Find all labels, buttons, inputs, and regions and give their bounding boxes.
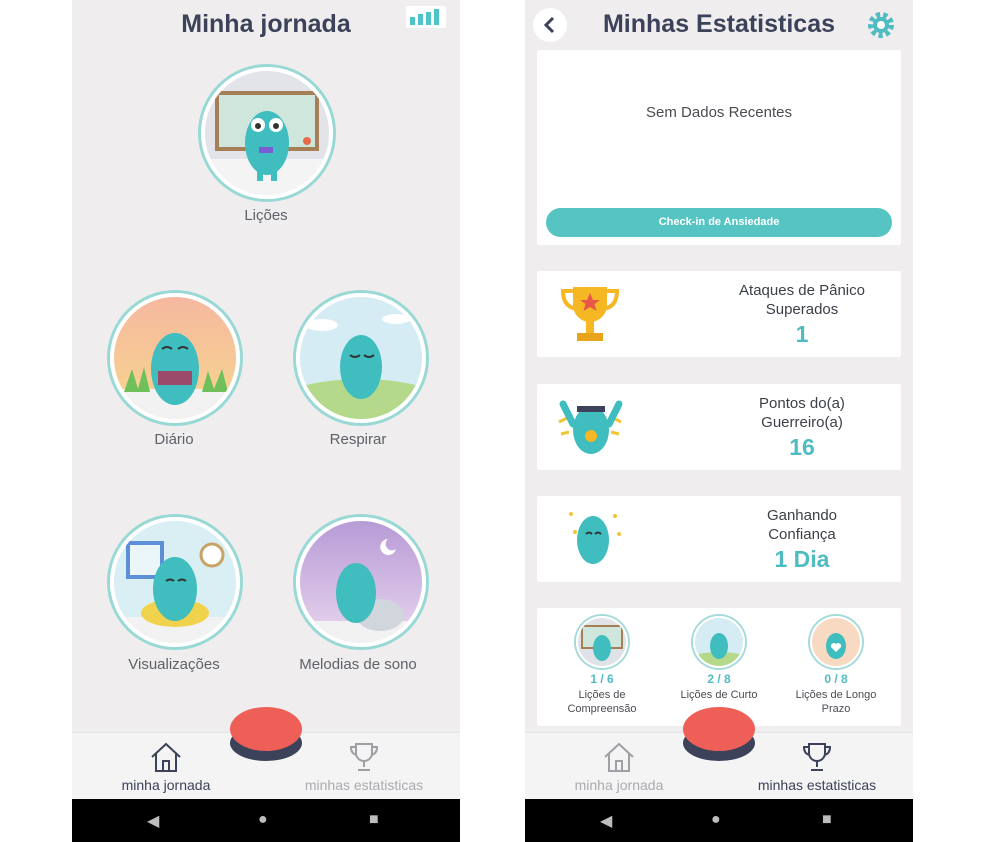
- nav-item-minhas-estatisticas[interactable]: minhas estatisticas: [284, 733, 444, 800]
- panic-button[interactable]: [229, 703, 303, 763]
- stat-card-confidence: Ganhando Confiança 1 Dia: [537, 496, 901, 582]
- nav-label: minha jornada: [121, 777, 211, 793]
- stat-value: 1 Dia: [774, 546, 830, 572]
- monster-night-moon-icon: [300, 521, 422, 643]
- statistics-screen: Minhas Estatisticas Sem Dados Recentes C…: [525, 0, 913, 842]
- module-melodias-de-sono[interactable]: [296, 517, 426, 647]
- home-circle-icon[interactable]: ●: [711, 811, 721, 829]
- module-diario[interactable]: [110, 293, 240, 423]
- back-triangle-icon[interactable]: ◀: [600, 811, 612, 831]
- nav-item-minha-jornada[interactable]: minha jornada: [539, 733, 699, 800]
- house-icon: [151, 742, 181, 772]
- stats-bars-icon[interactable]: [406, 6, 446, 28]
- anxiety-checkin-button[interactable]: Check-in de Ansiedade: [546, 208, 892, 237]
- monster-outdoors-icon: [695, 618, 743, 666]
- journey-screen: Minha jornada Lições Diário Respirar Vis…: [72, 0, 460, 842]
- module-label: Respirar: [329, 431, 387, 448]
- gear-icon[interactable]: [866, 10, 896, 40]
- nav-label: minhas estatisticas: [757, 777, 877, 793]
- monster-medal-icon: [558, 400, 623, 454]
- stat-label: Pontos do(a) Guerreiro(a): [759, 395, 845, 431]
- system-nav-bar: ◀ ● ■: [72, 799, 460, 842]
- stat-label: Ataques de Pânico Superados: [739, 282, 865, 318]
- module-visualizacoes[interactable]: [110, 517, 240, 647]
- trophy-outline-icon: [802, 743, 832, 771]
- page-title: Minha jornada: [181, 10, 351, 38]
- system-nav-bar: ◀ ● ■: [525, 799, 913, 842]
- recents-square-icon[interactable]: ■: [822, 811, 832, 829]
- nav-label: minhas estatisticas: [304, 777, 424, 793]
- nav-label: minha jornada: [574, 777, 664, 793]
- back-triangle-icon[interactable]: ◀: [147, 811, 159, 831]
- house-icon: [604, 742, 634, 772]
- lesson-label: Lições de Longo Prazo: [795, 689, 877, 715]
- nav-item-minha-jornada[interactable]: minha jornada: [86, 733, 246, 800]
- trophy-outline-icon: [349, 743, 379, 771]
- lesson-label: Lições de Curto: [680, 689, 758, 701]
- lesson-count: 2 / 8: [707, 672, 731, 686]
- empty-state-text: Sem Dados Recentes: [646, 104, 792, 121]
- trophy-icon: [560, 287, 620, 341]
- monster-reading-sunset-icon: [114, 297, 236, 419]
- page-title: Minhas Estatisticas: [602, 10, 836, 38]
- stat-label: Ganhando Confiança: [766, 507, 838, 543]
- stat-card-warrior-points: Pontos do(a) Guerreiro(a) 16: [537, 384, 901, 470]
- monster-window-clock-icon: [114, 521, 236, 643]
- stat-value: 1: [795, 321, 809, 347]
- nav-item-minhas-estatisticas[interactable]: minhas estatisticas: [737, 733, 897, 800]
- recent-data-card: Sem Dados Recentes Check-in de Ansiedade: [537, 50, 901, 245]
- lesson-count: 1 / 6: [590, 672, 614, 686]
- module-respirar[interactable]: [296, 293, 426, 423]
- module-label: Melodias de sono: [299, 656, 417, 673]
- stat-value: 16: [789, 434, 815, 460]
- lesson-label: Lições de Compreensão: [567, 689, 637, 715]
- module-label: Lições: [244, 207, 288, 224]
- monster-heart-icon: [812, 618, 860, 666]
- module-licoes[interactable]: [201, 67, 333, 199]
- panic-button[interactable]: [682, 703, 756, 763]
- stat-card-panic-attacks: Ataques de Pânico Superados 1: [537, 271, 901, 357]
- home-circle-icon[interactable]: ●: [258, 811, 268, 829]
- module-label: Diário: [154, 431, 194, 448]
- monster-classroom-icon: [205, 71, 329, 195]
- module-label: Visualizações: [128, 656, 220, 673]
- recents-square-icon[interactable]: ■: [369, 811, 379, 829]
- monster-sparkle-icon: [569, 512, 621, 564]
- monster-classroom-icon: [578, 618, 626, 666]
- monster-breathing-outdoors-icon: [300, 297, 422, 419]
- lesson-count: 0 / 8: [824, 672, 848, 686]
